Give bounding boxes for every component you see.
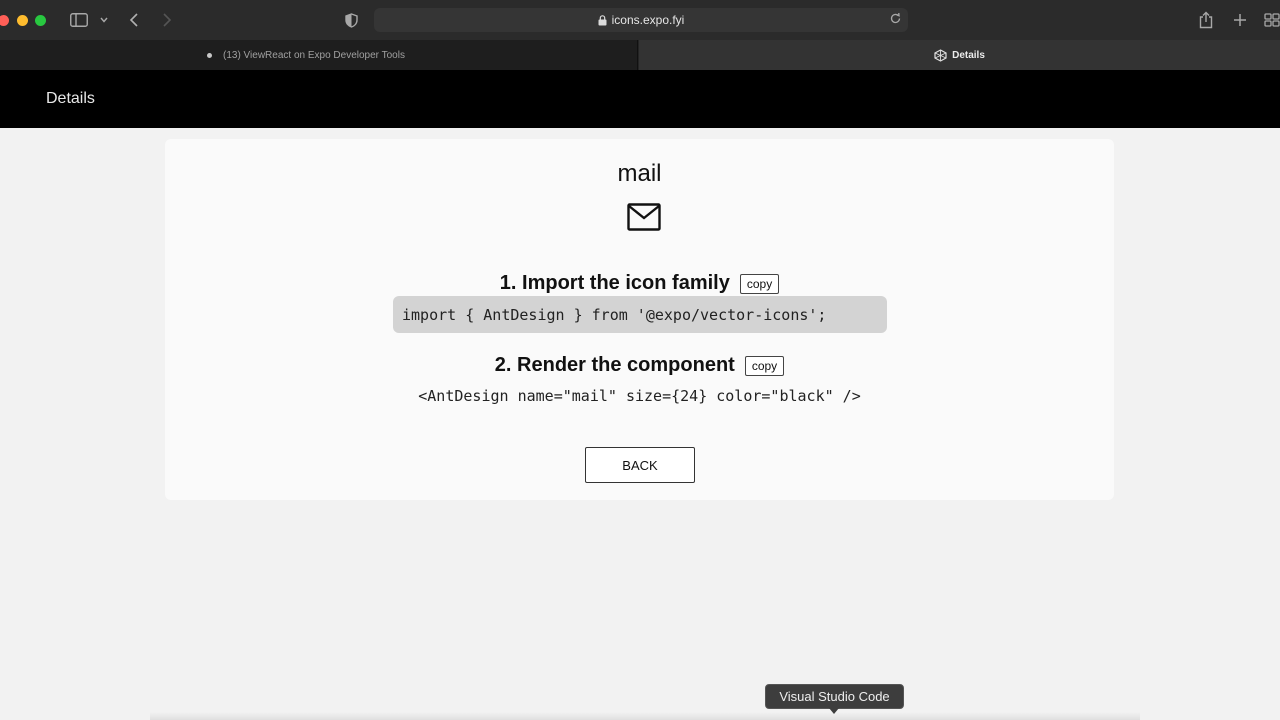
dock-shadow (150, 712, 1140, 720)
render-step-title: 2. Render the component (494, 354, 735, 376)
tab-label: (13) ViewReact on Expo Developer Tools (223, 49, 405, 61)
import-code[interactable]: import { AntDesign } from '@expo/vector-… (393, 296, 887, 333)
close-window-button[interactable] (0, 15, 9, 26)
back-button[interactable]: BACK (585, 447, 695, 483)
lock-icon (598, 14, 607, 26)
import-step-title: 1. Import the icon family (499, 272, 730, 294)
mail-icon (627, 203, 661, 231)
import-step: 1. Import the icon family copy (165, 272, 1114, 295)
tab-overview-icon[interactable] (1264, 11, 1280, 29)
render-step: 2. Render the component copy (165, 354, 1114, 377)
tab-bar: (13) ViewReact on Expo Developer Tools D… (0, 40, 1280, 70)
app-header: Details (0, 70, 1280, 128)
copy-import-button[interactable]: copy (739, 273, 780, 294)
zoom-window-button[interactable] (35, 15, 46, 26)
share-icon[interactable] (1198, 11, 1214, 29)
chevron-down-icon[interactable] (100, 11, 108, 29)
dock-tooltip-label: Visual Studio Code (779, 689, 890, 704)
dock-tooltip: Visual Studio Code (765, 684, 904, 714)
tooltip-pointer (829, 708, 839, 714)
new-tab-icon[interactable] (1233, 11, 1247, 29)
icon-details-card: mail 1. Import the icon family copy impo… (165, 139, 1114, 500)
tab-audio-dot (207, 52, 212, 58)
page-title: Details (46, 90, 95, 107)
tab-expo-developer-tools[interactable]: (13) ViewReact on Expo Developer Tools (0, 40, 638, 70)
reload-icon[interactable] (889, 12, 902, 25)
render-code[interactable]: <AntDesign name="mail" size={24} color="… (165, 387, 1114, 405)
sidebar-toggle-icon[interactable] (70, 11, 88, 29)
forward-arrow-icon[interactable] (162, 11, 172, 29)
copy-render-button[interactable]: copy (744, 355, 785, 376)
address-url: icons.expo.fyi (611, 13, 685, 27)
icon-name: mail (617, 160, 662, 187)
address-bar[interactable]: icons.expo.fyi (374, 8, 908, 32)
browser-toolbar: icons.expo.fyi (0, 0, 1280, 40)
expo-favicon-icon (934, 48, 947, 62)
tab-details[interactable]: Details (639, 40, 1280, 70)
tab-label: Details (952, 49, 985, 61)
back-arrow-icon[interactable] (129, 11, 139, 29)
shield-icon[interactable] (345, 11, 358, 29)
minimize-window-button[interactable] (17, 15, 28, 26)
